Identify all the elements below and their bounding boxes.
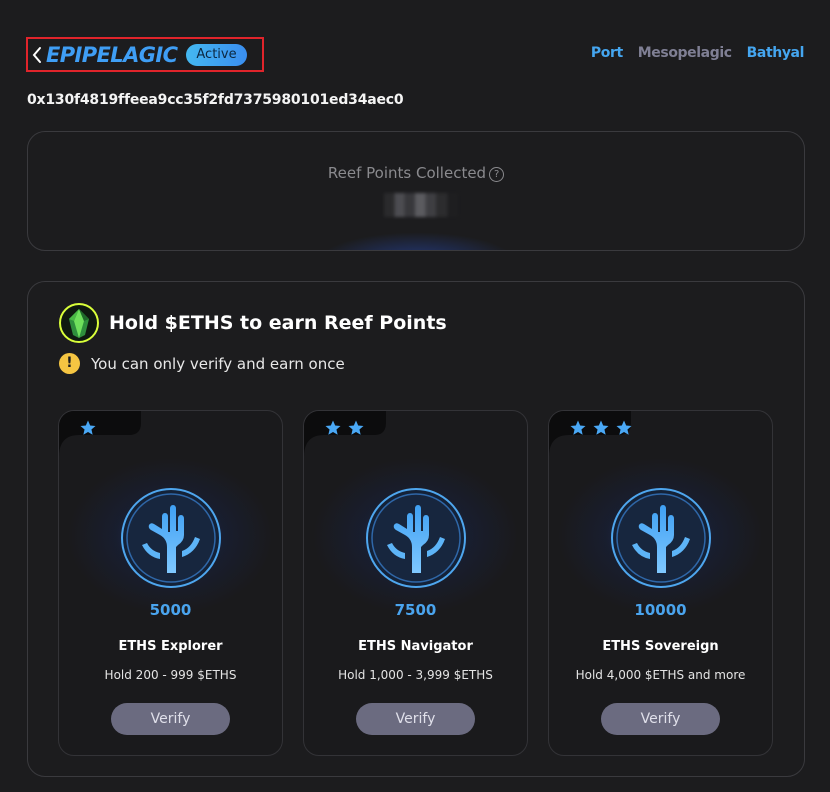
eths-gem-logo-icon — [59, 303, 99, 343]
tier-stars — [79, 419, 97, 437]
points-label-row: Reef Points Collected? — [28, 164, 804, 182]
coral-icon — [611, 488, 711, 588]
tier-name: ETHS Explorer — [118, 639, 223, 654]
tier-card-explorer: 5000 ETHS Explorer Hold 200 - 999 $ETHS … — [58, 410, 283, 756]
header-title-group: EPIPELAGIC Active — [26, 37, 264, 72]
star-icon — [570, 420, 586, 435]
top-nav: Port Mesopelagic Bathyal — [591, 45, 805, 61]
warning-text: You can only verify and earn once — [91, 355, 345, 373]
tier-points: 10000 — [634, 601, 687, 619]
page-title: EPIPELAGIC — [46, 42, 178, 67]
verify-button-sovereign[interactable]: Verify — [601, 703, 720, 735]
hold-card: Hold $ETHS to earn Reef Points ! You can… — [27, 281, 805, 777]
wallet-address: 0x130f4819ffeea9cc35f2fd7375980101ed34ae… — [27, 92, 404, 108]
tier-requirement: Hold 4,000 $ETHS and more — [575, 668, 746, 682]
star-icon — [325, 420, 341, 435]
verify-button-explorer[interactable]: Verify — [111, 703, 230, 735]
points-label: Reef Points Collected — [327, 164, 487, 182]
tier-stars — [569, 419, 633, 437]
coral-icon — [366, 488, 466, 588]
points-value-redacted — [384, 193, 458, 217]
nav-link-bathyal[interactable]: Bathyal — [747, 45, 805, 61]
tier-card-navigator: 7500 ETHS Navigator Hold 1,000 - 3,999 $… — [303, 410, 528, 756]
star-icon — [616, 420, 632, 435]
tier-name: ETHS Navigator — [358, 639, 473, 654]
star-icon — [593, 420, 609, 435]
nav-link-port[interactable]: Port — [591, 45, 623, 61]
star-icon — [80, 420, 96, 435]
tier-card-sovereign: 10000 ETHS Sovereign Hold 4,000 $ETHS an… — [548, 410, 773, 756]
nav-link-mesopelagic[interactable]: Mesopelagic — [638, 45, 732, 61]
hold-title: Hold $ETHS to earn Reef Points — [109, 312, 447, 334]
warning-icon: ! — [59, 353, 80, 374]
points-glow — [317, 232, 517, 250]
coral-icon — [121, 488, 221, 588]
tier-name: ETHS Sovereign — [602, 639, 719, 654]
question-circle-icon[interactable]: ? — [489, 167, 505, 182]
tier-requirement: Hold 200 - 999 $ETHS — [104, 668, 237, 682]
tier-points: 5000 — [149, 601, 192, 619]
tier-stars — [324, 419, 365, 437]
tier-requirement: Hold 1,000 - 3,999 $ETHS — [338, 668, 493, 682]
star-icon — [348, 420, 364, 435]
page: EPIPELAGIC Active Port Mesopelagic Bathy… — [0, 0, 830, 792]
points-card: Reef Points Collected? — [27, 131, 805, 251]
verify-button-navigator[interactable]: Verify — [356, 703, 475, 735]
status-badge: Active — [186, 43, 247, 66]
chevron-left-icon[interactable] — [30, 45, 44, 65]
tier-points: 7500 — [394, 601, 437, 619]
